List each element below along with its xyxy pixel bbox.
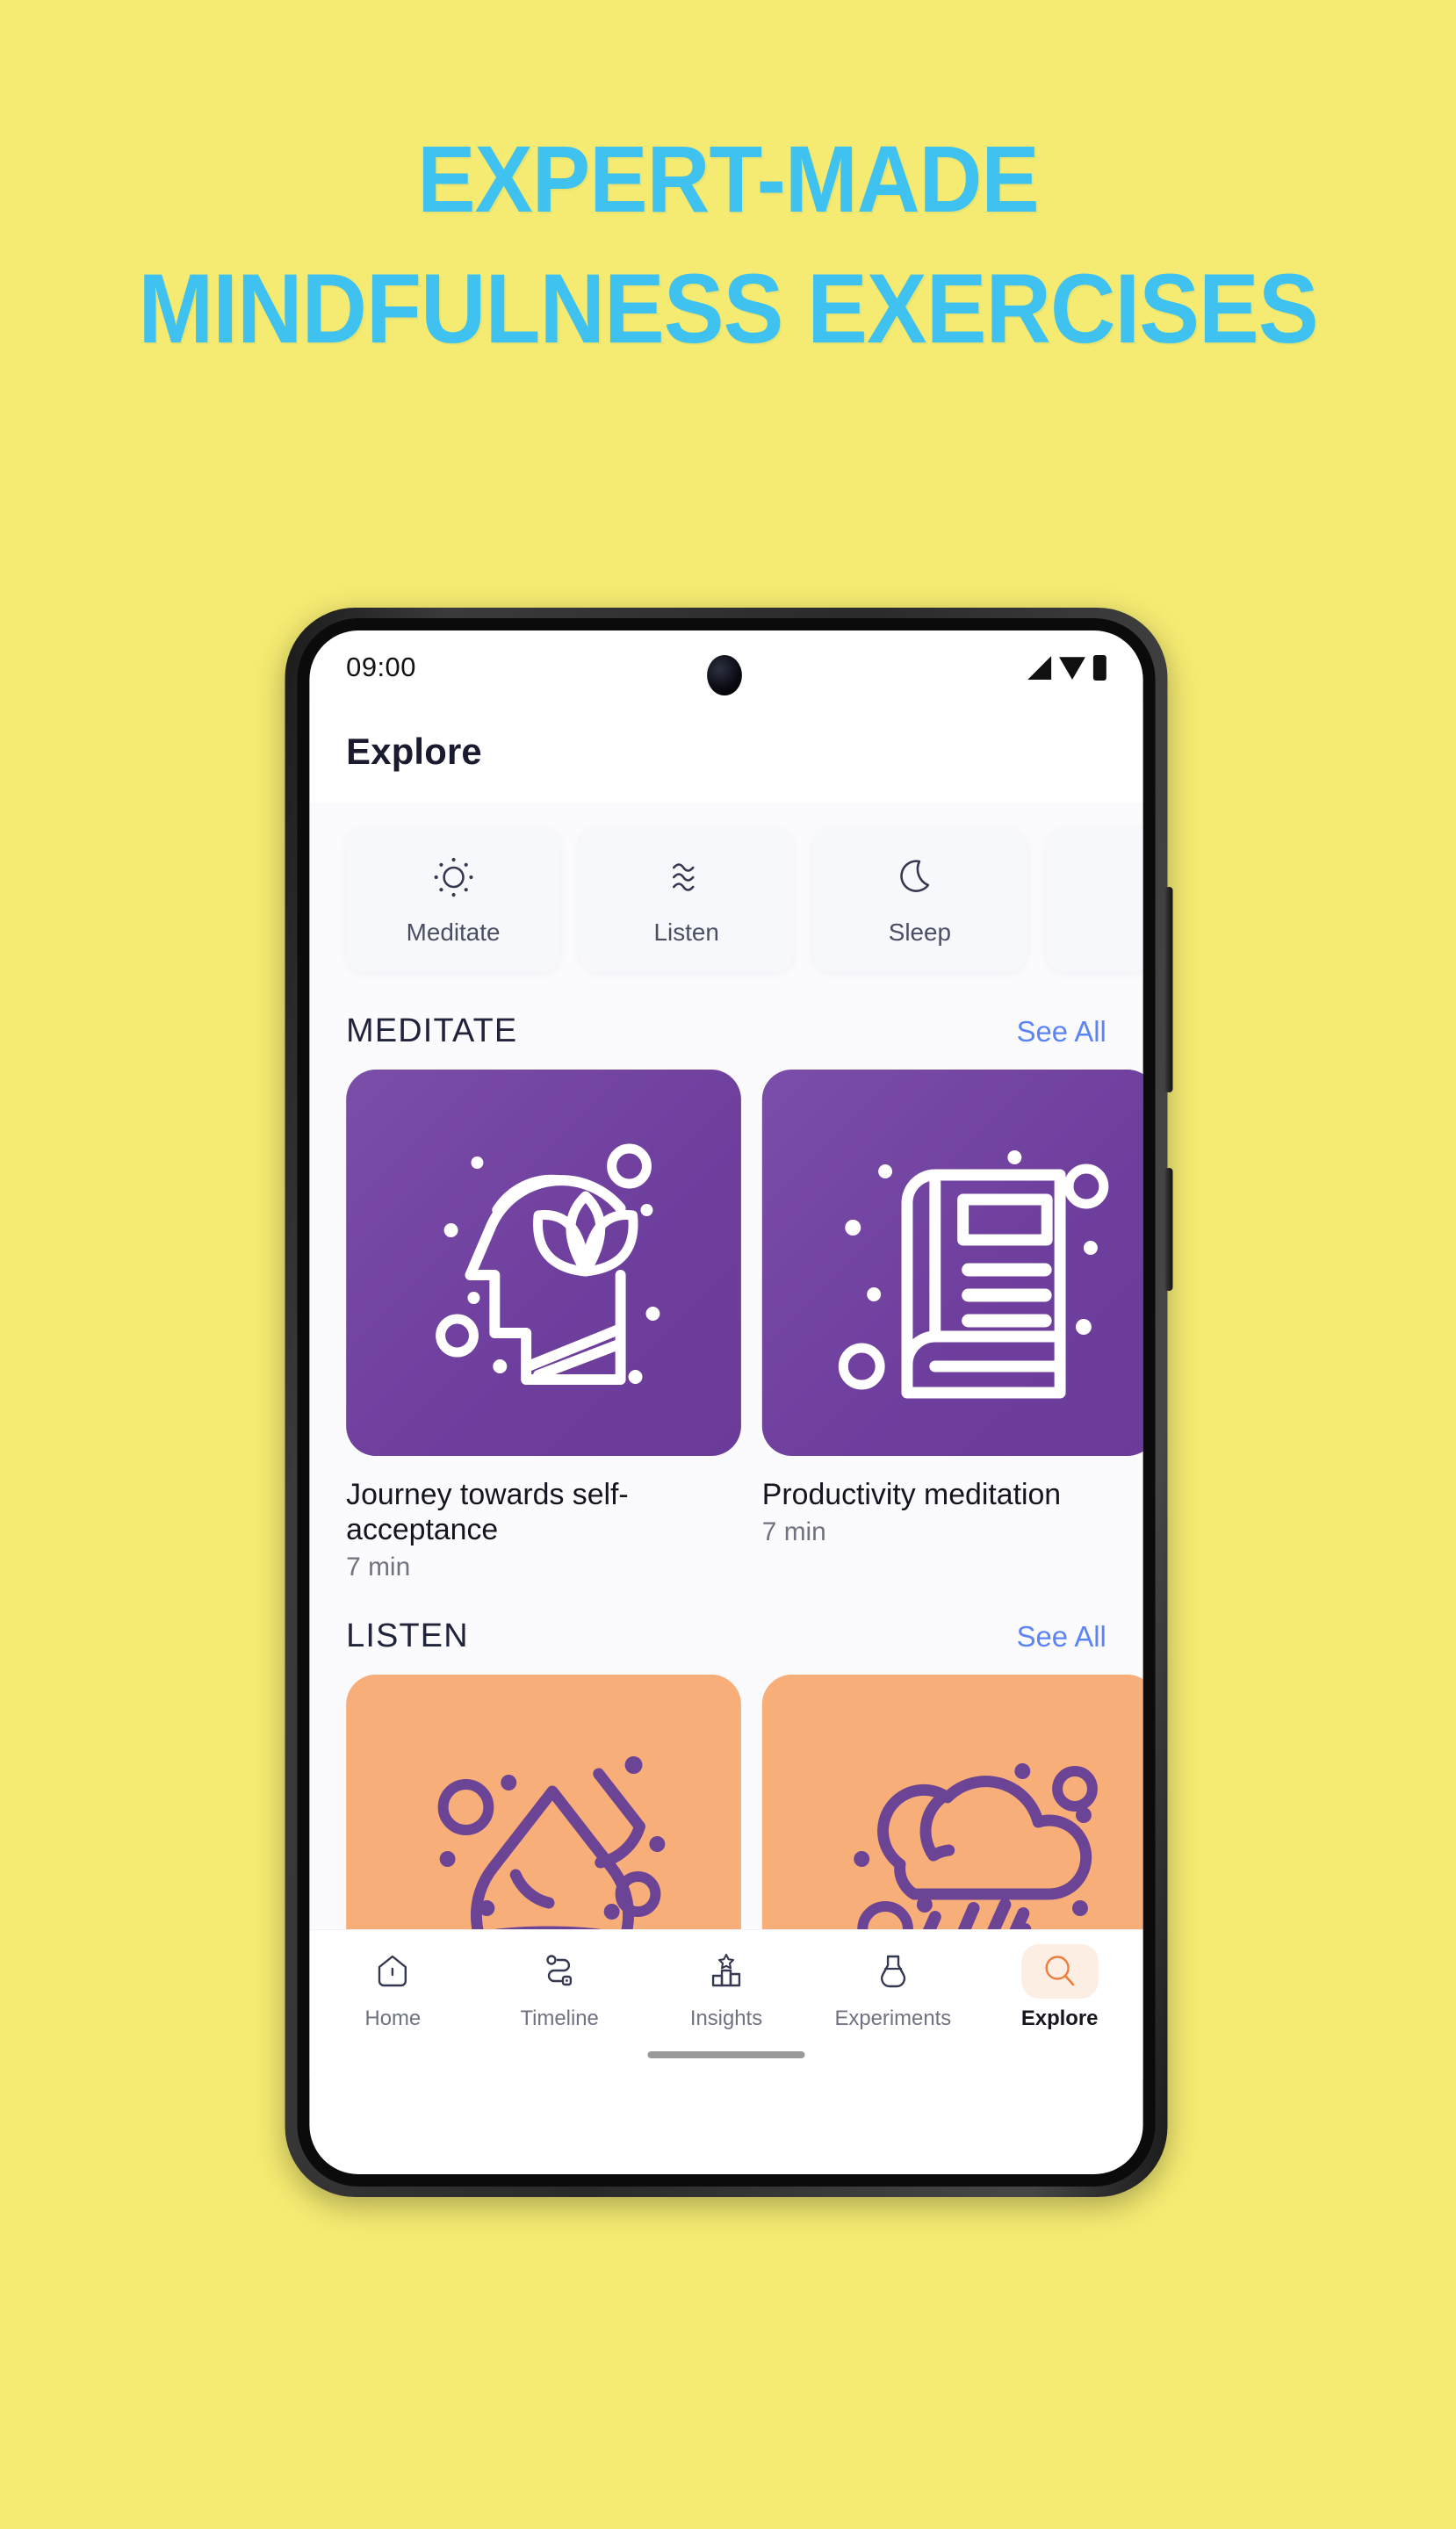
- nav-label: Home: [364, 2007, 422, 2030]
- chip-label: Listen: [653, 918, 719, 946]
- home-indicator: [647, 2051, 805, 2058]
- section-header-listen: LISTEN See All: [309, 1582, 1142, 1675]
- search-icon: [1020, 1944, 1099, 1999]
- sun-icon: [429, 854, 477, 901]
- nav-label: Explore: [1020, 2007, 1099, 2030]
- page-title: Explore: [346, 731, 482, 772]
- head-lotus-icon: [386, 1103, 701, 1423]
- see-all-link-listen[interactable]: See All: [1017, 1620, 1106, 1654]
- flask-icon: [854, 1944, 932, 1999]
- camera-punchhole-icon: [707, 655, 742, 695]
- meditate-cards: Journey towards self-acceptance 7 min Pr…: [309, 1070, 1143, 1582]
- book-icon: [803, 1103, 1117, 1423]
- power-button[interactable]: [1164, 1168, 1173, 1291]
- moon-icon: [897, 854, 944, 901]
- card-title: Journey towards self-acceptance: [346, 1478, 629, 1547]
- chip-next-partial[interactable]: [1046, 827, 1143, 972]
- waves-icon: [663, 854, 710, 901]
- headline-line-1: EXPERT-MADE: [417, 126, 1040, 232]
- insights-icon: [688, 1944, 765, 1999]
- status-time: 09:00: [346, 652, 416, 682]
- status-bar: 09:00: [309, 630, 1142, 704]
- nav-label: Timeline: [520, 2007, 599, 2030]
- section-header-meditate: MEDITATE See All: [309, 995, 1142, 1070]
- promo-headline: EXPERT-MADE MINDFULNESS EXERCISES: [0, 132, 1456, 358]
- card-artwork: [761, 1070, 1143, 1456]
- card-journey-towards-self-acceptance[interactable]: Journey towards self-acceptance 7 min: [346, 1070, 741, 1582]
- app-content: Meditate Listen Sleep MEDITATE See All J…: [309, 803, 1143, 2078]
- nav-item-explore[interactable]: Explore: [977, 1944, 1143, 2031]
- status-icons: [1027, 654, 1106, 681]
- chip-sleep[interactable]: Sleep: [812, 827, 1027, 972]
- timeline-icon: [521, 1944, 598, 1999]
- nav-item-home[interactable]: Home: [309, 1944, 476, 2031]
- card-productivity-meditation[interactable]: Productivity meditation 7 min: [761, 1070, 1143, 1582]
- nav-label: Insights: [689, 2007, 763, 2030]
- nav-item-experiments[interactable]: Experiments: [810, 1944, 977, 2031]
- category-chips: Meditate Listen Sleep: [309, 803, 1143, 995]
- see-all-link-meditate[interactable]: See All: [1017, 1015, 1106, 1048]
- phone-mockup: 09:00 Explore Meditate Listen Sleep MEDI…: [285, 608, 1173, 2197]
- signal-icon: [1027, 655, 1052, 680]
- card-duration: 7 min: [761, 1517, 826, 1547]
- chip-label: Meditate: [406, 918, 501, 946]
- home-icon: [355, 1944, 432, 1999]
- wifi-icon: [1059, 657, 1085, 680]
- app-header: Explore: [309, 704, 1143, 803]
- headline-line-2: MINDFULNESS EXERCISES: [138, 254, 1318, 364]
- phone-screen: 09:00 Explore Meditate Listen Sleep MEDI…: [309, 630, 1143, 2174]
- card-artwork: [346, 1070, 741, 1456]
- card-duration: 7 min: [346, 1553, 411, 1582]
- nav-item-insights[interactable]: Insights: [643, 1944, 810, 2031]
- nav-label: Experiments: [834, 2007, 952, 2030]
- volume-button[interactable]: [1164, 887, 1173, 1092]
- chip-listen[interactable]: Listen: [579, 827, 794, 972]
- card-title: Productivity meditation: [761, 1478, 1062, 1511]
- section-title: LISTEN: [346, 1618, 469, 1655]
- chip-label: Sleep: [888, 918, 952, 946]
- chip-meditate[interactable]: Meditate: [346, 827, 560, 972]
- section-title: MEDITATE: [346, 1012, 518, 1049]
- nav-item-timeline[interactable]: Timeline: [476, 1944, 643, 2031]
- battery-icon: [1092, 654, 1106, 681]
